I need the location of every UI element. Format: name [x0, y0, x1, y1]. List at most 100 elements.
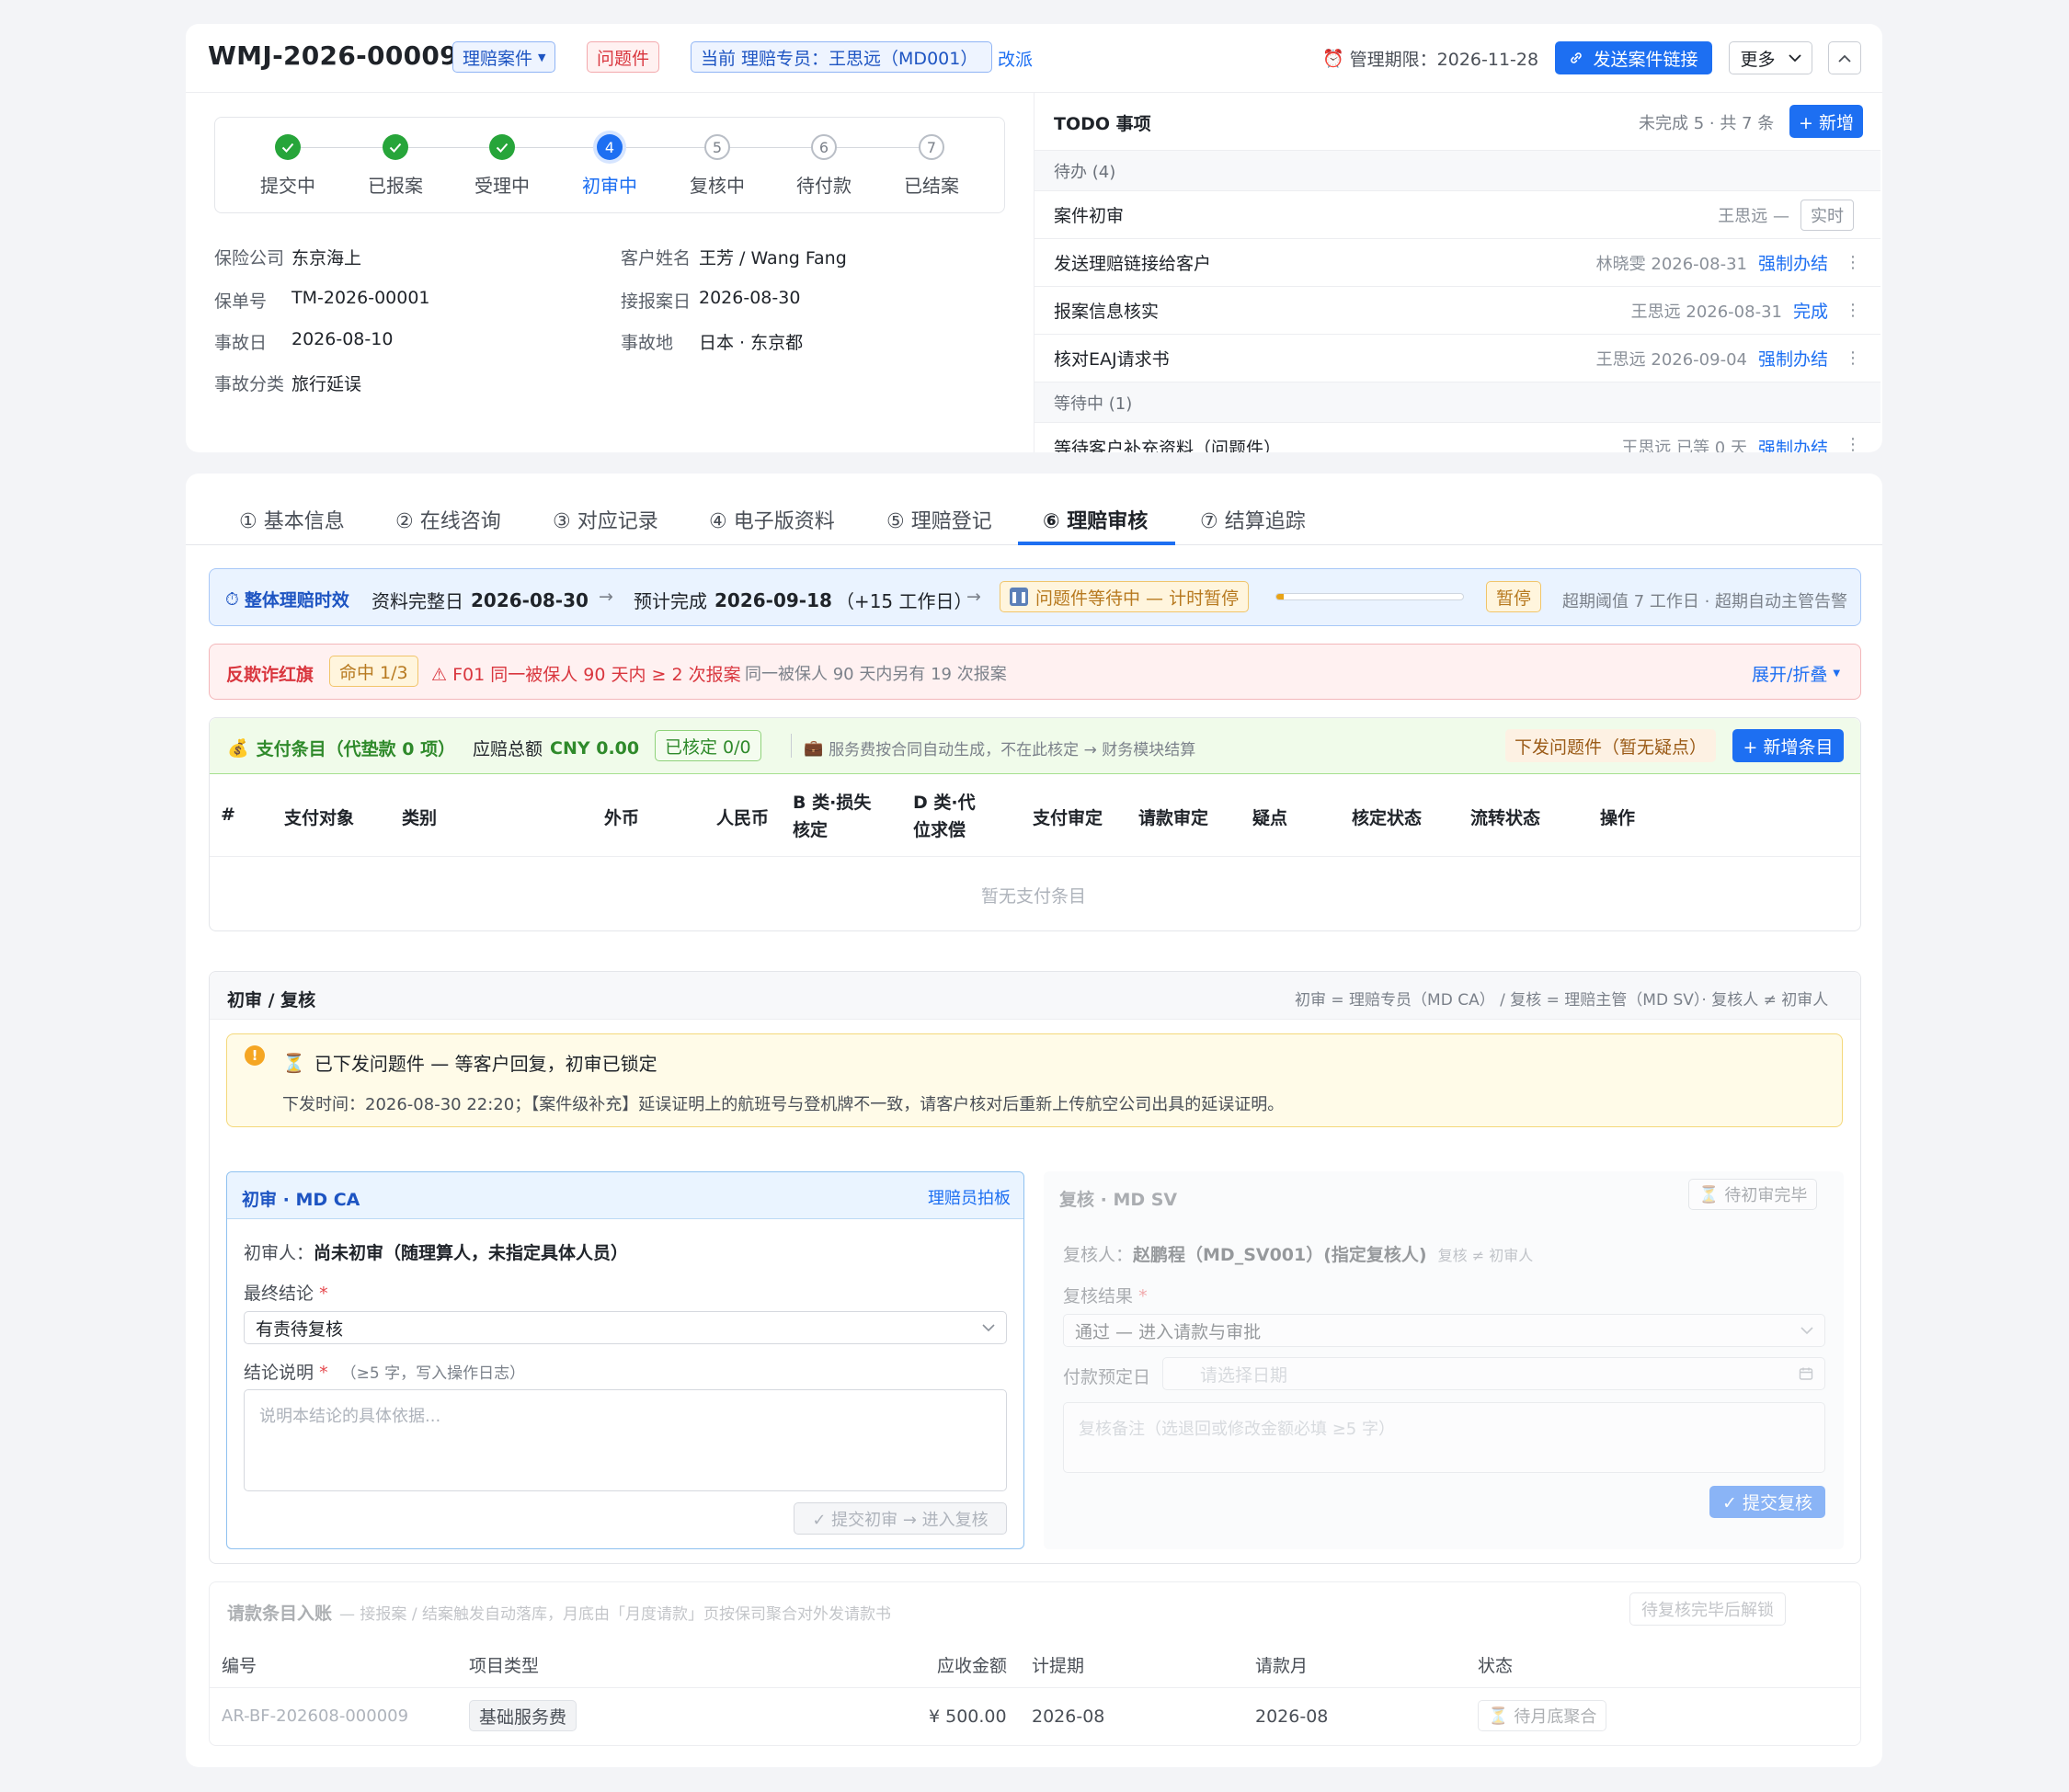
step-label: 待付款: [796, 175, 852, 197]
submit-first-review-button[interactable]: ✓ 提交初审 → 进入复核: [794, 1502, 1007, 1535]
billing-column-header: 请款月: [1255, 1656, 1309, 1676]
billing-subtitle: — 接报案 / 结案触发自动落库，月底由「月度请款」页按保司聚合对外发请款书: [339, 1605, 891, 1624]
required-mark: *: [1138, 1286, 1148, 1307]
deadline-text: 管理期限：2026-11-28: [1349, 50, 1539, 70]
fraud-title: 反欺诈红旗: [226, 665, 314, 685]
send-case-link-button[interactable]: 发送案件链接: [1555, 41, 1712, 74]
pay-date-picker[interactable]: 请选择日期: [1162, 1357, 1825, 1390]
more-vertical-icon[interactable]: ⋮: [1845, 348, 1861, 368]
hourglass-icon: ⏳: [282, 1051, 305, 1074]
second-reviewer-label: 复核人：: [1063, 1245, 1134, 1265]
policy-label: 保单号: [214, 291, 268, 312]
tab-3[interactable]: ③ 对应记录: [553, 495, 658, 544]
pause-tag: 暂停: [1486, 581, 1542, 612]
todo-item-name: 等待客户补充资料（问题件）: [1054, 439, 1282, 452]
todo-force-complete-link[interactable]: 强制办结: [1758, 250, 1828, 275]
step-6: 6 待付款: [778, 134, 870, 198]
billing-accrual: 2026-08: [1032, 1706, 1105, 1727]
link-icon: [1569, 51, 1583, 65]
second-review-title: 复核 · MD SV: [1059, 1190, 1178, 1210]
step-5: 5 复核中: [671, 134, 763, 198]
chevron-down-icon: [1788, 53, 1801, 63]
collapse-button[interactable]: [1828, 41, 1861, 74]
alarm-clock-icon: ⏰: [1322, 49, 1344, 69]
reassign-link[interactable]: 改派: [998, 46, 1033, 71]
case-type-dropdown[interactable]: 理赔案件 ▼: [452, 41, 556, 73]
submit-second-review-button[interactable]: ✓ 提交复核: [1709, 1486, 1825, 1518]
more-vertical-icon[interactable]: ⋮: [1845, 435, 1861, 452]
arrow-right-icon: →: [966, 587, 981, 607]
payment-total: 应赔总额 CNY 0.00: [473, 736, 639, 760]
tab-7[interactable]: ⑦ 结算追踪: [1200, 495, 1306, 544]
chevron-down-icon: [1800, 1326, 1813, 1335]
review-remark-textarea[interactable]: 复核备注（选退回或修改金额必填 ≥5 字）: [1063, 1402, 1825, 1473]
first-reviewer-value: 尚未初审（随理算人，未指定具体人员）: [314, 1243, 629, 1263]
case-type-label: 理赔案件: [463, 48, 533, 69]
todo-item[interactable]: 案件初审 王思远 — 实时: [1034, 190, 1880, 238]
todo-summary: 未完成 5 · 共 7 条: [1639, 114, 1775, 133]
todo-force-complete-link[interactable]: 强制办结: [1758, 346, 1828, 371]
billing-status-tag: ⏳ 待月底聚合: [1478, 1700, 1607, 1731]
timeline-title-text: 整体理赔时效: [244, 590, 349, 611]
todo-force-complete-link[interactable]: 强制办结: [1758, 435, 1828, 452]
accident-date-label: 事故日: [214, 333, 268, 353]
fraud-toggle[interactable]: 展开/折叠 ▼: [1752, 661, 1840, 686]
more-dropdown[interactable]: 更多: [1729, 41, 1812, 74]
issue-tag: 问题件: [587, 41, 660, 73]
payment-column-header: 疑点: [1252, 808, 1288, 828]
total-value: CNY 0.00: [550, 737, 640, 759]
arrow-right-icon: →: [599, 587, 613, 607]
todo-item[interactable]: 发送理赔链接给客户 林晓雯 2026-08-31 强制办结 ⋮: [1034, 238, 1880, 286]
tab-5[interactable]: ⑤ 理赔登记: [886, 495, 992, 544]
issue-button[interactable]: 下发问题件（暂无疑点）: [1505, 729, 1717, 762]
more-vertical-icon[interactable]: ⋮: [1845, 253, 1861, 272]
step-3: 受理中: [456, 134, 548, 198]
accident-place-value: 日本 · 东京都: [699, 333, 804, 353]
complete-label: 资料完整日: [372, 590, 463, 612]
required-mark: *: [319, 1284, 328, 1304]
step-2: 已报案: [349, 134, 441, 198]
review-title: 初审 / 复核: [227, 990, 316, 1010]
billing-column-header: 项目类型: [469, 1656, 540, 1676]
conclusion-textarea[interactable]: 说明本结论的具体依据...: [244, 1389, 1007, 1491]
payment-column-header: 操作: [1600, 808, 1636, 828]
step-label: 初审中: [582, 175, 637, 197]
todo-complete-link[interactable]: 完成: [1793, 298, 1828, 323]
payment-note-divider: [791, 734, 792, 758]
todo-add-button[interactable]: + 新增: [1789, 105, 1863, 138]
timeline-progress-fill: [1276, 594, 1285, 599]
briefcase-icon: 💼: [804, 738, 824, 758]
step-label: 已结案: [904, 175, 959, 197]
unlock-button[interactable]: 待复核完毕后解锁: [1629, 1592, 1786, 1626]
todo-realtime-tag[interactable]: 实时: [1800, 199, 1854, 231]
more-vertical-icon[interactable]: ⋮: [1845, 301, 1861, 320]
payment-column-header: #: [221, 805, 235, 825]
payment-column-header: 类别: [402, 808, 438, 828]
add-payment-button[interactable]: + 新增条目: [1732, 729, 1844, 762]
category-label: 事故分类: [214, 374, 285, 394]
check-icon: [489, 134, 515, 160]
todo-item[interactable]: 等待客户补充资料（问题件） 王思远 已等 0 天 强制办结 ⋮: [1034, 422, 1880, 452]
paused-text: 问题件等待中 — 计时暂停: [1035, 588, 1240, 609]
billing-status-text: 待月底聚合: [1514, 1707, 1597, 1727]
tab-6[interactable]: ⑥ 理赔审核: [1043, 495, 1148, 544]
conclusion-select[interactable]: 有责待复核: [244, 1311, 1007, 1344]
tab-4[interactable]: ④ 电子版资料: [709, 495, 835, 544]
customer-value: 王芳 / Wang Fang: [699, 248, 847, 268]
pause-icon: ❚❚: [1010, 588, 1028, 606]
tab-2[interactable]: ② 在线咨询: [395, 495, 501, 544]
notice-detail: 下发时间：2026-08-30 22:20；【案件级补充】延误证明上的航班号与登…: [282, 1095, 1285, 1114]
todo-item[interactable]: 报案信息核实 王思远 2026-08-31 完成 ⋮: [1034, 286, 1880, 334]
first-review-tag: 理赔员拍板: [928, 1189, 1011, 1208]
overdue-text: 超期阈值 7 工作日 · 超期自动主管告警: [1562, 592, 1848, 611]
pay-date-placeholder: 请选择日期: [1200, 1364, 1288, 1386]
check-icon: [275, 134, 301, 160]
timeline-complete: 资料完整日 2026-08-30: [372, 587, 589, 613]
review-result-select[interactable]: 通过 — 进入请款与审批: [1063, 1314, 1825, 1347]
todo-item[interactable]: 核对EAJ请求书 王思远 2026-09-04 强制办结 ⋮: [1034, 334, 1880, 382]
notice-title-text: 已下发问题件 — 等客户回复，初审已锁定: [314, 1053, 657, 1075]
tab-1[interactable]: ① 基本信息: [239, 495, 345, 544]
report-date-label: 接报案日: [621, 291, 692, 312]
timeline-title: ⏱ 整体理赔时效: [225, 587, 349, 611]
conclusion-value: 有责待复核: [256, 1318, 344, 1340]
